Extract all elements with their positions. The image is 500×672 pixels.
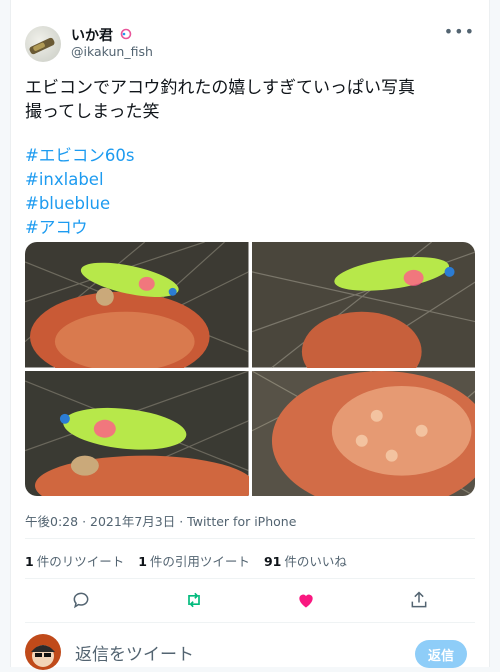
photo-3[interactable] <box>25 370 249 496</box>
hashtag-link[interactable]: #blueblue <box>25 192 134 216</box>
divider <box>25 578 475 579</box>
user-avatar[interactable] <box>25 26 61 62</box>
speech-bubble-icon[interactable] <box>66 585 96 615</box>
reply-input[interactable]: 返信をツイート <box>75 640 194 665</box>
photo-4[interactable] <box>251 370 475 496</box>
reply-composer: 返信をツイート 返信 <box>25 628 475 672</box>
user-handle[interactable]: @ikakun_fish <box>71 44 153 59</box>
tweet-date[interactable]: 2021年7月3日 <box>90 514 175 529</box>
tweet-time[interactable]: 午後0:28 <box>25 514 78 529</box>
tweet-source[interactable]: Twitter for iPhone <box>187 514 296 529</box>
tweet-text: エビコンでアコウ釣れたの嬉しすぎていっぱい写真 撮ってしまった笑 <box>25 78 415 122</box>
hashtag-list: #エビコン60s #inxlabel #blueblue #アコウ <box>25 144 134 240</box>
tweet-card: いか君 @ikakun_fish ••• エビコンでアコウ釣れたの嬉しすぎていっ… <box>10 0 490 670</box>
tweet-meta: 午後0:28 · 2021年7月3日 · Twitter for iPhone <box>25 514 297 529</box>
like-count[interactable]: 91 件のいいね <box>264 551 347 570</box>
share-icon[interactable] <box>404 585 434 615</box>
squid-emoji-icon <box>120 28 132 40</box>
photo-1[interactable] <box>25 242 249 368</box>
tweet-stats: 1 件のリツイート 1 件の引用ツイート 91 件のいいね <box>25 551 347 570</box>
photo-2[interactable] <box>251 242 475 368</box>
action-bar <box>25 582 475 618</box>
retweet-count[interactable]: 1 件のリツイート <box>25 551 124 570</box>
hashtag-link[interactable]: #アコウ <box>25 216 134 240</box>
quote-count[interactable]: 1 件の引用ツイート <box>138 551 250 570</box>
user-name[interactable]: いか君 <box>71 25 134 45</box>
divider <box>25 538 475 539</box>
hashtag-link[interactable]: #inxlabel <box>25 168 134 192</box>
heart-icon[interactable] <box>291 585 321 615</box>
reply-avatar <box>25 634 61 670</box>
divider <box>25 622 475 623</box>
photo-grid <box>25 242 475 496</box>
hashtag-link[interactable]: #エビコン60s <box>25 144 134 168</box>
more-options-icon[interactable]: ••• <box>444 22 475 41</box>
reply-button[interactable]: 返信 <box>415 640 467 668</box>
retweet-icon[interactable] <box>179 585 209 615</box>
